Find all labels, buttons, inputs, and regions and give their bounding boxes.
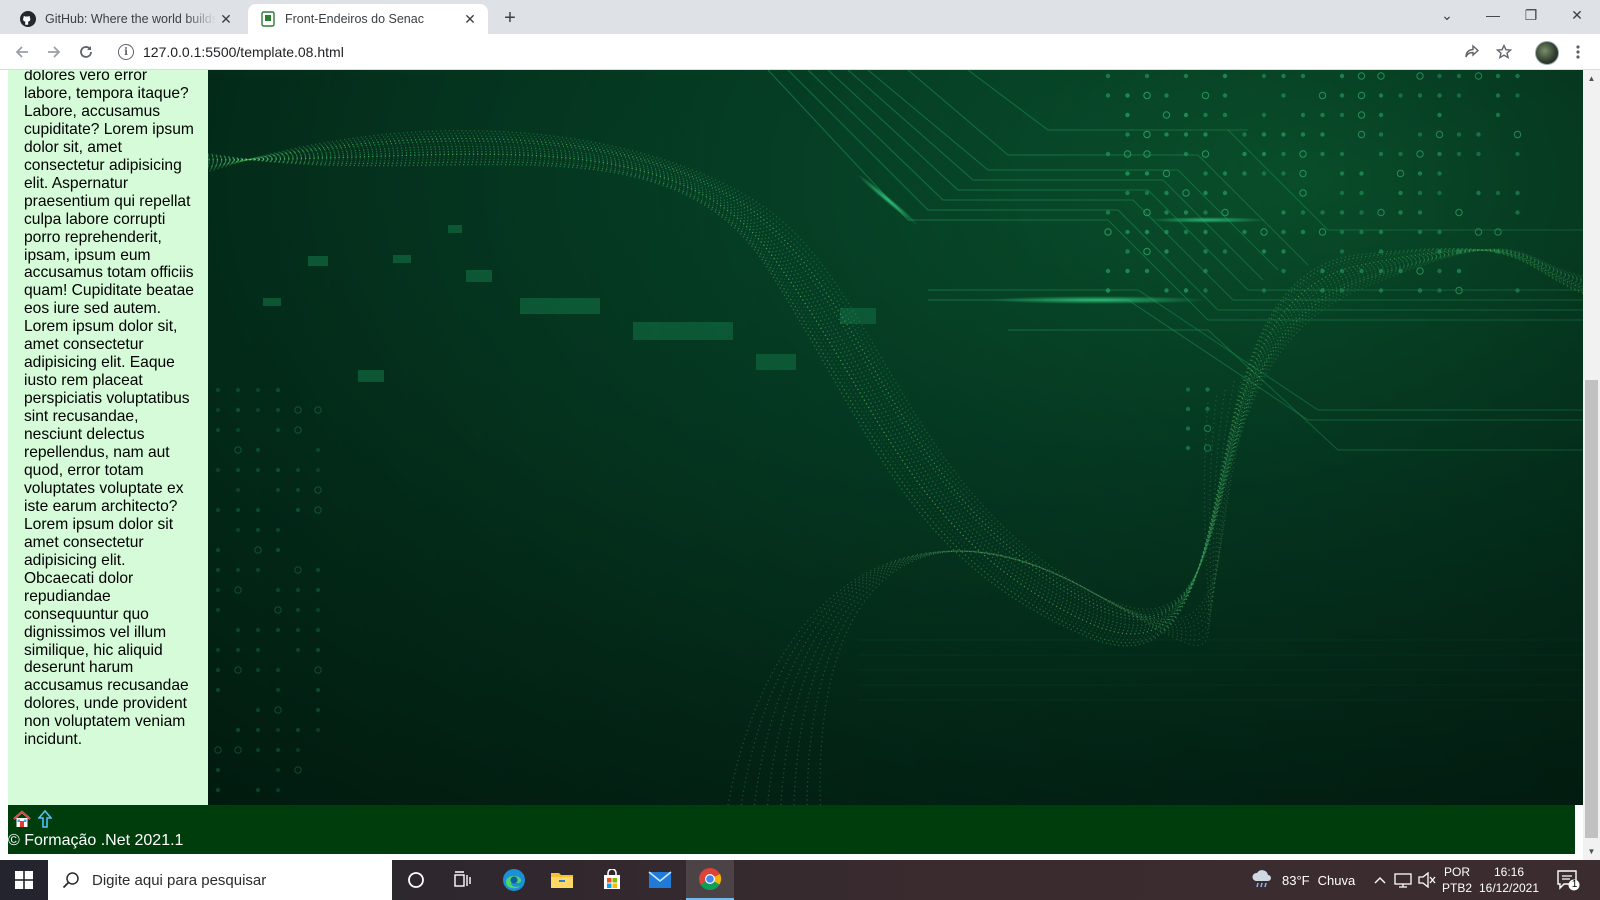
cortana-icon[interactable] xyxy=(392,860,440,900)
keyboard-layout: PTB2 xyxy=(1441,881,1472,895)
notifications-icon[interactable]: 1 xyxy=(1556,860,1580,900)
microsoft-store-icon[interactable] xyxy=(588,860,636,900)
page-favicon-icon xyxy=(260,11,276,27)
restore-button[interactable]: ❐ xyxy=(1508,0,1554,30)
scroll-up-arrow-icon[interactable] xyxy=(37,809,53,833)
clock-time: 16:16 xyxy=(1493,865,1525,879)
scrollbar-thumb[interactable] xyxy=(1585,380,1598,838)
footer-copyright: © Formação .Net 2021.1 xyxy=(8,832,184,849)
file-explorer-icon[interactable] xyxy=(538,860,586,900)
close-window-button[interactable]: ✕ xyxy=(1554,0,1600,30)
edge-browser-icon[interactable] xyxy=(490,860,538,900)
reload-icon[interactable] xyxy=(72,38,100,66)
sidebar-aside: dolores vero error labore, tempora itaqu… xyxy=(8,70,208,805)
tab-search-button[interactable]: ⌄ xyxy=(1424,0,1470,30)
close-tab-icon[interactable]: ✕ xyxy=(216,9,236,29)
back-arrow-icon[interactable] xyxy=(8,38,36,66)
show-hidden-icons-chevron-icon[interactable] xyxy=(1374,860,1386,900)
tab-front-endeiros[interactable]: Front-Endeiros do Senac ✕ xyxy=(248,4,488,34)
home-icon[interactable] xyxy=(12,809,32,834)
profile-avatar[interactable] xyxy=(1535,41,1559,65)
weather-temp: 83°F xyxy=(1282,872,1310,888)
windows-taskbar: Digite aqui para pesquisar 83°F Chuva PO… xyxy=(0,860,1600,900)
forward-arrow-icon[interactable] xyxy=(40,38,68,66)
share-icon[interactable] xyxy=(1462,42,1482,62)
url-text: 127.0.0.1:5500/template.08.html xyxy=(143,44,344,60)
system-clock[interactable]: 16:16 16/12/2021 xyxy=(1474,864,1544,896)
network-icon[interactable] xyxy=(1394,860,1412,900)
input-language[interactable]: POR PTB2 xyxy=(1440,864,1474,896)
scroll-down-icon[interactable]: ▼ xyxy=(1583,843,1600,860)
circuit-wave-graphic xyxy=(208,70,1583,805)
mail-icon[interactable] xyxy=(636,860,684,900)
rain-cloud-icon xyxy=(1250,869,1274,892)
address-bar[interactable]: i 127.0.0.1:5500/template.08.html xyxy=(108,38,1500,66)
scroll-up-icon[interactable]: ▲ xyxy=(1583,70,1600,87)
browser-toolbar: i 127.0.0.1:5500/template.08.html xyxy=(0,34,1600,70)
taskbar-search-box[interactable]: Digite aqui para pesquisar xyxy=(48,860,392,900)
notification-count-badge: 1 xyxy=(1571,879,1578,890)
search-placeholder: Digite aqui para pesquisar xyxy=(92,871,267,889)
site-info-icon[interactable]: i xyxy=(118,44,134,60)
menu-kebab-icon[interactable] xyxy=(1568,42,1588,62)
page-footer: © Formação .Net 2021.1 xyxy=(8,805,1575,854)
page-scrollbar[interactable]: ▲ ▼ xyxy=(1583,70,1600,860)
volume-muted-icon[interactable] xyxy=(1418,860,1436,900)
new-tab-button[interactable]: + xyxy=(498,6,522,30)
page-viewport: dolores vero error labore, tempora itaqu… xyxy=(0,70,1583,860)
tab-strip: GitHub: Where the world builds software … xyxy=(0,0,1600,34)
search-icon xyxy=(62,871,80,889)
windows-start-icon[interactable] xyxy=(0,860,48,900)
close-tab-icon[interactable]: ✕ xyxy=(460,9,480,29)
chrome-icon[interactable] xyxy=(686,860,734,900)
tab-github[interactable]: GitHub: Where the world builds software … xyxy=(8,4,244,34)
bookmark-star-icon[interactable] xyxy=(1494,42,1514,62)
task-view-icon[interactable] xyxy=(440,860,488,900)
hero-background-image xyxy=(208,70,1583,805)
weather-condition: Chuva xyxy=(1317,872,1356,888)
clock-date: 16/12/2021 xyxy=(1478,881,1540,895)
tab-title: Front-Endeiros do Senac xyxy=(285,12,424,26)
tab-title: GitHub: Where the world builds software … xyxy=(45,12,216,26)
language-code: POR xyxy=(1443,865,1470,879)
aside-paragraph: dolores vero error labore, tempora itaqu… xyxy=(24,70,194,749)
weather-widget[interactable]: 83°F Chuva xyxy=(1250,860,1355,900)
github-icon xyxy=(20,11,36,27)
